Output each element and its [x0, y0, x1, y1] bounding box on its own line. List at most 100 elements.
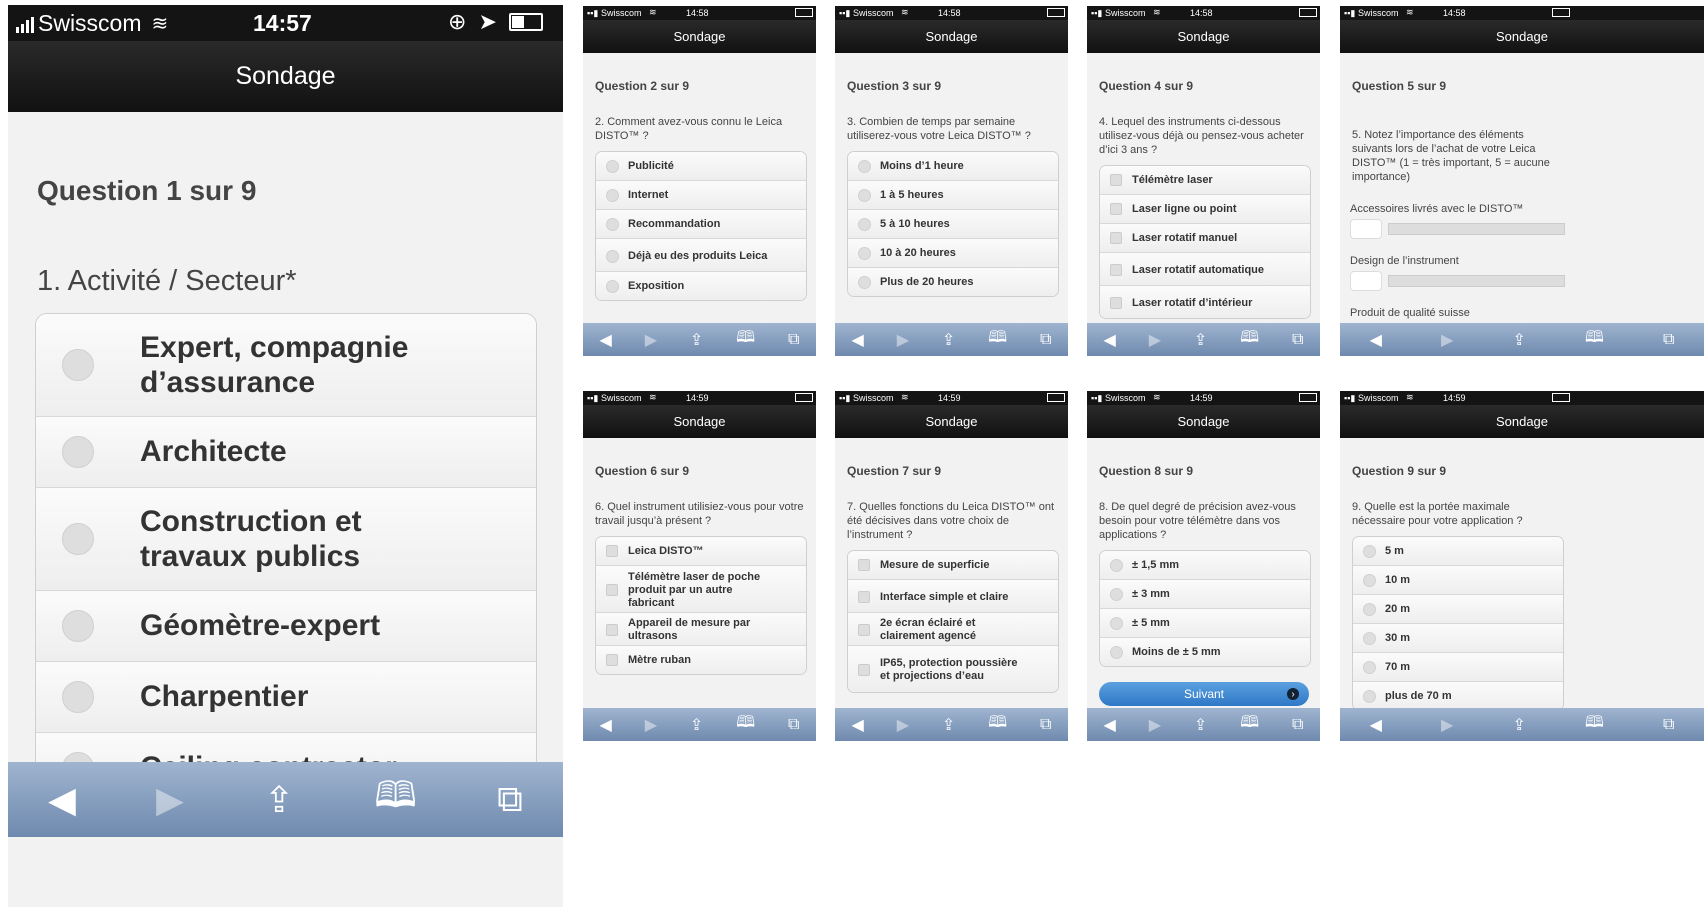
option-item[interactable]: ± 1,5 mm — [1100, 551, 1310, 579]
back-icon[interactable]: ◀ — [1103, 715, 1115, 735]
nav-title: Sondage — [925, 29, 978, 44]
option-item[interactable]: Internet — [596, 180, 806, 209]
bookmarks-icon[interactable]: 🕮 — [374, 769, 416, 830]
tabs-icon[interactable]: ⧉ — [1292, 716, 1303, 734]
option-item[interactable]: Déjà eu des produits Leica — [596, 238, 806, 271]
option-item[interactable]: Laser rotatif automatique — [1100, 252, 1310, 285]
rating-slider[interactable] — [1350, 271, 1565, 291]
option-item[interactable]: Laser rotatif d’intérieur — [1100, 285, 1310, 318]
bookmarks-icon[interactable]: 🕮 — [1240, 326, 1259, 353]
share-icon[interactable]: ⇪ — [942, 330, 955, 350]
forward-icon[interactable]: ▶ — [897, 330, 909, 350]
option-item[interactable]: Laser rotatif manuel — [1100, 223, 1310, 252]
radio-icon — [606, 188, 619, 202]
option-architecte[interactable]: Architecte — [36, 416, 536, 487]
option-item[interactable]: 10 m — [1353, 565, 1563, 594]
safari-toolbar: ◀ ▶ ⇪ 🕮 ⧉ — [583, 708, 816, 741]
option-item[interactable]: Publicité — [596, 152, 806, 180]
option-item[interactable]: Moins de ± 5 mm — [1100, 637, 1310, 666]
option-label: Leica DISTO™ — [628, 544, 704, 557]
option-item[interactable]: plus de 70 m — [1353, 681, 1563, 708]
option-item[interactable]: 10 à 20 heures — [848, 238, 1058, 267]
option-ceiling[interactable]: Ceiling contractor — [36, 732, 536, 762]
option-item[interactable]: 2e écran éclairé et clairement agencé — [848, 612, 1058, 645]
option-label: Interface simple et claire — [880, 590, 1009, 603]
carrier-name: Swisscom — [853, 393, 894, 403]
share-icon[interactable]: ⇪ — [1512, 330, 1525, 350]
share-icon[interactable]: ⇪ — [942, 715, 955, 735]
option-item[interactable]: Recommandation — [596, 209, 806, 238]
back-icon[interactable]: ◀ — [1103, 330, 1115, 350]
tabs-icon[interactable]: ⧉ — [788, 331, 799, 349]
forward-icon[interactable]: ▶ — [1441, 715, 1453, 735]
option-geometre[interactable]: Géomètre-expert — [36, 590, 536, 661]
option-item[interactable]: Télémètre laser de poche produit par un … — [596, 565, 806, 612]
tabs-icon[interactable]: ⧉ — [497, 778, 523, 821]
option-construction[interactable]: Construction et travaux publics — [36, 487, 536, 590]
option-item[interactable]: IP65, protection poussière et projection… — [848, 645, 1058, 692]
slider-track[interactable] — [1388, 275, 1565, 287]
option-item[interactable]: Appareil de mesure par ultrasons — [596, 612, 806, 645]
tabs-icon[interactable]: ⧉ — [1663, 716, 1674, 734]
share-icon[interactable]: ⇪ — [1194, 715, 1207, 735]
tabs-icon[interactable]: ⧉ — [1292, 331, 1303, 349]
share-icon[interactable]: ⇪ — [1194, 330, 1207, 350]
rating-slider[interactable] — [1350, 219, 1565, 239]
bookmarks-icon[interactable]: 🕮 — [1585, 326, 1604, 353]
tabs-icon[interactable]: ⧉ — [1663, 331, 1674, 349]
forward-icon[interactable]: ▶ — [897, 715, 909, 735]
option-item[interactable]: Mètre ruban — [596, 645, 806, 674]
option-item[interactable]: ± 5 mm — [1100, 608, 1310, 637]
forward-icon[interactable]: ▶ — [645, 715, 657, 735]
option-item[interactable]: 30 m — [1353, 623, 1563, 652]
nav-title: Sondage — [1495, 414, 1549, 429]
option-item[interactable]: Laser ligne ou point — [1100, 194, 1310, 223]
option-item[interactable]: 5 m — [1353, 537, 1563, 565]
back-icon[interactable]: ◀ — [851, 330, 863, 350]
option-charpentier[interactable]: Charpentier — [36, 661, 536, 732]
share-icon[interactable]: ⇪ — [1512, 715, 1525, 735]
option-item[interactable]: 70 m — [1353, 652, 1563, 681]
option-item[interactable]: 20 m — [1353, 594, 1563, 623]
bookmarks-icon[interactable]: 🕮 — [736, 326, 755, 353]
slider-track[interactable] — [1388, 223, 1565, 235]
option-item[interactable]: Interface simple et claire — [848, 579, 1058, 612]
option-item[interactable]: 5 à 10 heures — [848, 209, 1058, 238]
forward-icon[interactable]: ▶ — [1149, 330, 1161, 350]
back-icon[interactable]: ◀ — [599, 330, 611, 350]
rating-value-box[interactable] — [1350, 219, 1382, 239]
back-icon[interactable]: ◀ — [48, 779, 76, 821]
option-expert[interactable]: Expert, compagnie d’assurance — [36, 314, 536, 416]
bookmarks-icon[interactable]: 🕮 — [988, 711, 1007, 738]
share-icon[interactable]: ⇪ — [690, 330, 703, 350]
back-icon[interactable]: ◀ — [1370, 715, 1382, 735]
tabs-icon[interactable]: ⧉ — [788, 716, 799, 734]
tabs-icon[interactable]: ⧉ — [1040, 331, 1051, 349]
back-icon[interactable]: ◀ — [851, 715, 863, 735]
forward-icon[interactable]: ▶ — [1149, 715, 1161, 735]
option-item[interactable]: Exposition — [596, 271, 806, 300]
bookmarks-icon[interactable]: 🕮 — [988, 326, 1007, 353]
bookmarks-icon[interactable]: 🕮 — [1240, 711, 1259, 738]
back-icon[interactable]: ◀ — [1370, 330, 1382, 350]
rating-value-box[interactable] — [1350, 271, 1382, 291]
option-item[interactable]: Télémètre laser — [1100, 166, 1310, 194]
bookmarks-icon[interactable]: 🕮 — [736, 711, 755, 738]
back-icon[interactable]: ◀ — [599, 715, 611, 735]
option-item[interactable]: Plus de 20 heures — [848, 267, 1058, 296]
option-item[interactable]: Mesure de superficie — [848, 551, 1058, 579]
carrier-name: Swisscom — [38, 10, 142, 36]
tabs-icon[interactable]: ⧉ — [1040, 716, 1051, 734]
share-icon[interactable]: ⇪ — [690, 715, 703, 735]
forward-icon[interactable]: ▶ — [156, 779, 184, 821]
option-item[interactable]: 1 à 5 heures — [848, 180, 1058, 209]
bookmarks-icon[interactable]: 🕮 — [1585, 711, 1604, 738]
forward-icon[interactable]: ▶ — [1441, 330, 1453, 350]
option-item[interactable]: ± 3 mm — [1100, 579, 1310, 608]
signal-icon: ▪▪▮ — [1344, 393, 1356, 403]
next-button[interactable]: Suivant › — [1099, 682, 1309, 706]
share-icon[interactable]: ⇪ — [264, 779, 294, 821]
option-item[interactable]: Leica DISTO™ — [596, 537, 806, 565]
option-item[interactable]: Moins d’1 heure — [848, 152, 1058, 180]
forward-icon[interactable]: ▶ — [645, 330, 657, 350]
